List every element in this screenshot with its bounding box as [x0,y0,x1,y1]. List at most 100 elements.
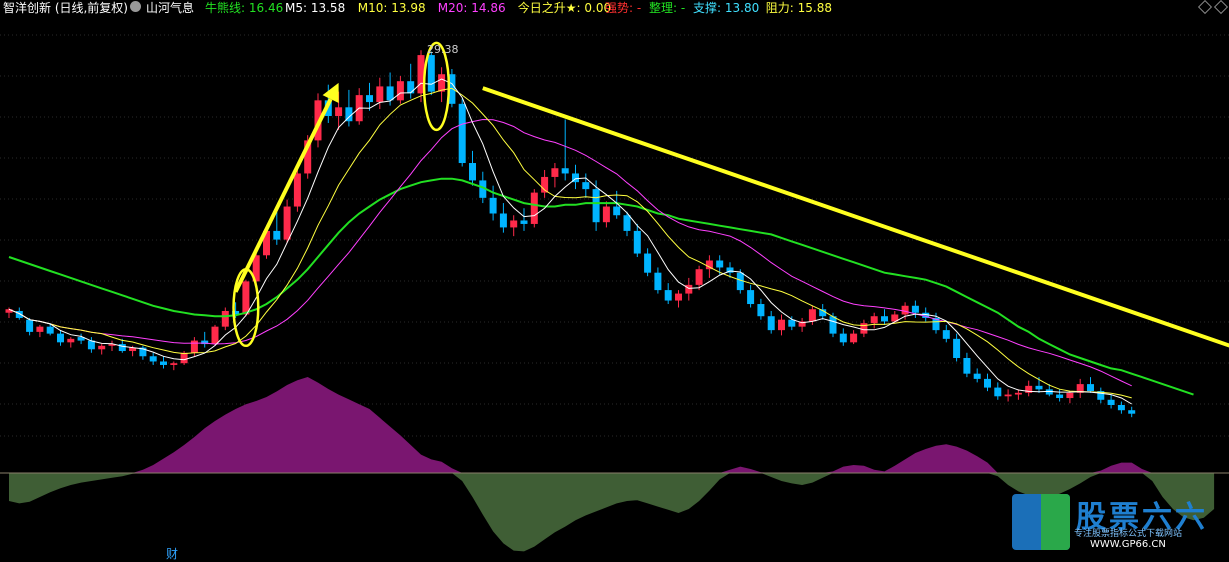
candle-body-85 [881,316,888,322]
trend-arrow-0 [233,98,333,293]
candle-body-94 [973,373,981,379]
candle-body-58 [602,206,610,223]
candle-body-61 [633,230,641,254]
candle-body-45 [469,163,476,181]
candle-body-17 [180,352,188,364]
candle-body-62 [644,253,652,273]
logo-subtitle: 专注股票指标公式下载网站 [1074,529,1183,539]
candle-body-54 [561,168,569,174]
candle-body-28 [293,173,301,207]
candle-body-76 [788,319,796,327]
candle-body-9 [98,345,106,350]
header-bar: 智洋创新 (日线,前复权) 山河气息 牛熊线: 16.46 M5: 13.58 M1… [0,0,1229,17]
indicator-value-4: 今日之升★: 0.00 [517,1,612,15]
candle-body-91 [942,330,950,339]
candle-body-88 [911,305,919,313]
candle-body-64 [664,290,672,301]
indicator-value-5: 强势: - [605,1,642,15]
candle-body-103 [1066,392,1074,399]
candle-body-109 [1128,410,1136,414]
candle-body-63 [654,272,662,291]
candle-body-5 [57,333,64,343]
candle-body-92 [953,338,961,358]
logo-icon [1012,494,1070,550]
candle-body-49 [510,220,518,228]
candle-body-57 [592,189,600,223]
grid-lines [0,34,1229,474]
candlestick-chart: 29.38 [0,34,1229,552]
candle-body-87 [901,305,909,315]
candle-body-60 [623,215,631,231]
candle-body-50 [520,220,528,224]
candle-body-2 [26,319,34,332]
candle-body-4 [46,326,54,334]
candle-body-15 [160,361,167,365]
candle-body-41 [427,55,435,92]
candle-body-82 [850,333,858,343]
candle-body-18 [190,340,198,353]
candle-body-53 [551,168,559,177]
candle-body-66 [685,284,693,294]
candle-body-35 [366,95,373,103]
candle-body-27 [283,206,291,240]
prev-arrow-icon[interactable] [1197,0,1213,15]
watermark-logo: 股票六六 专注股票指标公式下载网站 WWW.GP66.CN [1010,492,1226,554]
candle-body-78 [808,309,816,322]
candle-body-73 [757,304,765,317]
candle-body-23 [242,281,250,315]
candle-body-21 [221,310,229,327]
candle-body-56 [582,182,590,190]
candle-body-44 [458,103,466,164]
candle-body-32 [335,107,343,117]
ma10-line [8,87,1132,399]
candle-body-93 [963,357,971,374]
indicator-name[interactable]: 山河气息 [146,0,194,16]
candle-body-95 [984,378,991,388]
candle-body-42 [438,74,446,92]
candle-body-105 [1087,384,1094,392]
candle-body-26 [273,230,281,240]
stock-title[interactable]: 智洋创新 (日线,前复权) [3,0,128,16]
indicator-toggle-icon[interactable] [130,1,141,12]
candle-body-48 [499,213,507,228]
indicator-value-7: 支撑: 13.80 [693,1,760,15]
candle-body-39 [407,81,415,94]
candle-body-65 [675,293,682,301]
candle-body-37 [386,86,394,101]
candle-body-51 [530,192,538,224]
candle-body-80 [829,316,837,334]
indicator-value-6: 整理: - [649,1,686,15]
candle-body-67 [695,269,703,285]
candle-body-3 [36,326,44,332]
candle-body-47 [489,197,497,214]
candle-body-20 [211,326,219,345]
candle-body-69 [716,260,724,268]
candle-body-102 [1056,394,1064,399]
candle-body-100 [1035,385,1043,390]
candle-body-81 [839,333,847,343]
max-price-label: 29.38 [427,43,459,56]
candle-body-72 [747,290,755,305]
next-arrow-icon[interactable] [1213,0,1229,15]
candle-body-16 [170,363,178,365]
candle-body-84 [870,316,878,324]
indicator-value-8: 阻力: 15.88 [765,1,833,15]
candle-body-96 [994,387,1002,397]
candle-body-75 [778,319,785,331]
indicator-value-2: M10: 13.98 [357,1,426,15]
ma5-line [8,78,1132,405]
logo-url: WWW.GP66.CN [1090,539,1166,550]
candle-body-74 [767,316,775,331]
indicator-value-1: M5: 13.58 [285,1,346,15]
candle-body-98 [1014,392,1022,395]
candles-group [5,50,1136,418]
candle-body-97 [1004,394,1012,397]
indicator-value-3: M20: 14.86 [437,1,506,15]
candle-body-83 [860,323,868,334]
candle-body-14 [149,356,157,362]
candle-body-38 [396,81,404,101]
finance-marker[interactable]: 财 [166,545,178,562]
candle-body-6 [67,338,75,343]
candle-body-107 [1107,399,1115,405]
candle-body-36 [376,86,384,103]
